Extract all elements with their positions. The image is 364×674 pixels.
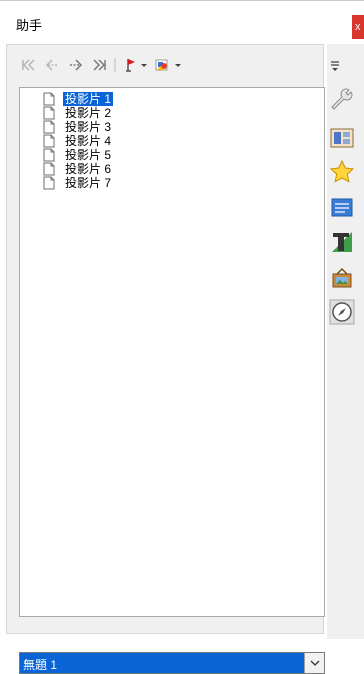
gallery-icon[interactable]: [329, 264, 364, 292]
tree-item-slide-3[interactable]: 投影片 3: [42, 120, 113, 134]
navigator-icon[interactable]: [329, 298, 364, 326]
tree-item-slide-5[interactable]: 投影片 5: [42, 148, 113, 162]
menu-icon[interactable]: [329, 52, 364, 80]
sidebar-deck: [327, 44, 364, 639]
page-icon: [43, 134, 55, 148]
tree-item-label: 投影片 7: [65, 176, 112, 190]
slide-tree: 投影片 1 投影片 2 投影片 3 投影片 4 投影片 5 投影片 6 投影片 …: [19, 87, 325, 617]
panel-header: 助手 x: [0, 0, 364, 43]
navigator-panel: 投影片 1 投影片 2 投影片 3 投影片 4 投影片 5 投影片 6 投影片 …: [6, 44, 325, 674]
slide-transition-icon[interactable]: [329, 194, 364, 222]
tree-item-slide-6[interactable]: 投影片 6: [42, 162, 113, 176]
shapes-icon[interactable]: [153, 55, 183, 75]
drag-mode-icon[interactable]: [121, 55, 149, 75]
navigator-toolbar: [7, 45, 323, 85]
chevron-down-icon[interactable]: [304, 653, 324, 673]
next-slide-icon[interactable]: [67, 55, 85, 75]
tree-item-slide-7[interactable]: 投影片 7: [42, 176, 113, 190]
tree-item-label: 投影片 4: [65, 134, 112, 148]
tree-item-label: 投影片 1: [63, 92, 114, 106]
page-icon: [43, 176, 55, 190]
page-icon: [43, 148, 55, 162]
document-select[interactable]: 無題 1: [19, 652, 325, 674]
properties-icon[interactable]: [329, 86, 364, 114]
panel-title: 助手: [16, 18, 43, 33]
page-icon: [43, 106, 55, 120]
previous-slide-icon[interactable]: [43, 55, 61, 75]
close-button[interactable]: x: [352, 15, 364, 39]
master-slides-icon[interactable]: [329, 124, 364, 152]
tree-item-label: 投影片 3: [65, 120, 112, 134]
tree-item-label: 投影片 5: [65, 148, 112, 162]
tree-item-slide-2[interactable]: 投影片 2: [42, 106, 113, 120]
page-icon: [43, 120, 55, 134]
page-icon: [43, 92, 55, 106]
styles-icon[interactable]: [329, 228, 364, 256]
tree-item-label: 投影片 2: [65, 106, 112, 120]
first-slide-icon[interactable]: [19, 55, 37, 75]
tree-item-slide-1[interactable]: 投影片 1: [42, 92, 114, 106]
last-slide-icon[interactable]: [91, 55, 109, 75]
tree-item-slide-4[interactable]: 投影片 4: [42, 134, 113, 148]
document-select-value: 無題 1: [23, 658, 58, 672]
page-icon: [43, 162, 55, 176]
toolbar-separator: [113, 55, 117, 75]
animation-star-icon[interactable]: [329, 158, 364, 186]
tree-item-label: 投影片 6: [65, 162, 112, 176]
